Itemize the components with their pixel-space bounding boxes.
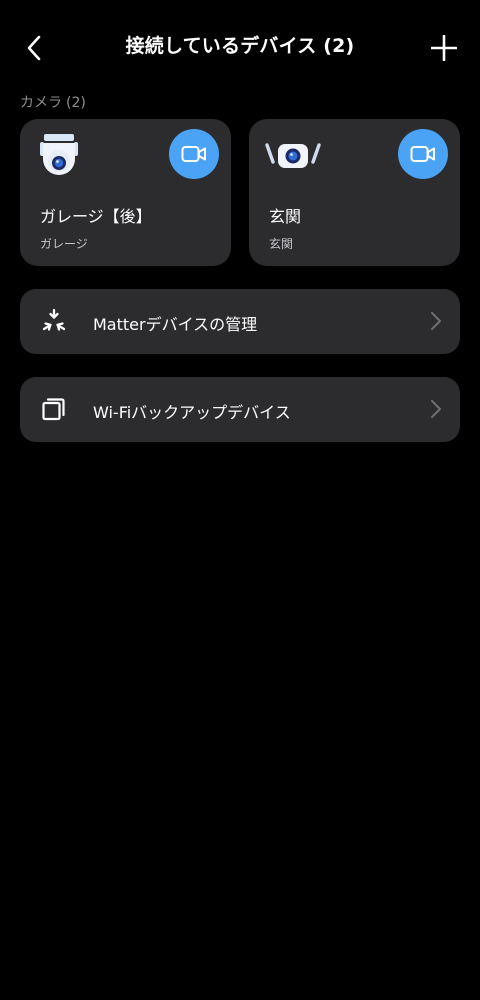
live-view-button[interactable] (398, 129, 448, 179)
video-camera-icon (181, 146, 206, 162)
add-device-button[interactable] (424, 28, 464, 68)
chevron-right-icon (431, 400, 441, 418)
chevron-right-icon (431, 312, 441, 330)
camera-card-entrance[interactable]: 玄関 玄関 (249, 119, 460, 266)
section-count: (2) (66, 95, 86, 111)
camera-card-garage[interactable]: ガレージ【後】 ガレージ (20, 119, 231, 266)
video-camera-icon (410, 146, 435, 162)
matter-devices-row[interactable]: Matterデバイスの管理 (20, 289, 460, 354)
camera-location: ガレージ (40, 237, 88, 251)
header: 接続しているデバイス (2) (0, 0, 480, 92)
camera-name: ガレージ【後】 (40, 207, 152, 226)
backup-devices-icon (40, 395, 68, 423)
camera-section-label: カメラ (2) (20, 92, 90, 112)
ptz-camera-icon (40, 134, 78, 175)
live-view-button[interactable] (169, 129, 219, 179)
matter-icon (40, 307, 68, 335)
row-label: Wi-Fiバックアップデバイス (93, 403, 291, 422)
camera-name: 玄関 (269, 207, 302, 226)
section-title: カメラ (20, 95, 62, 111)
wifi-backup-devices-row[interactable]: Wi-Fiバックアップデバイス (20, 377, 460, 442)
page-title: 接続しているデバイス (2) (125, 35, 355, 57)
camera-location: 玄関 (269, 237, 294, 251)
plus-icon (431, 35, 457, 61)
row-label: Matterデバイスの管理 (93, 315, 258, 334)
outdoor-camera-icon (265, 143, 321, 168)
